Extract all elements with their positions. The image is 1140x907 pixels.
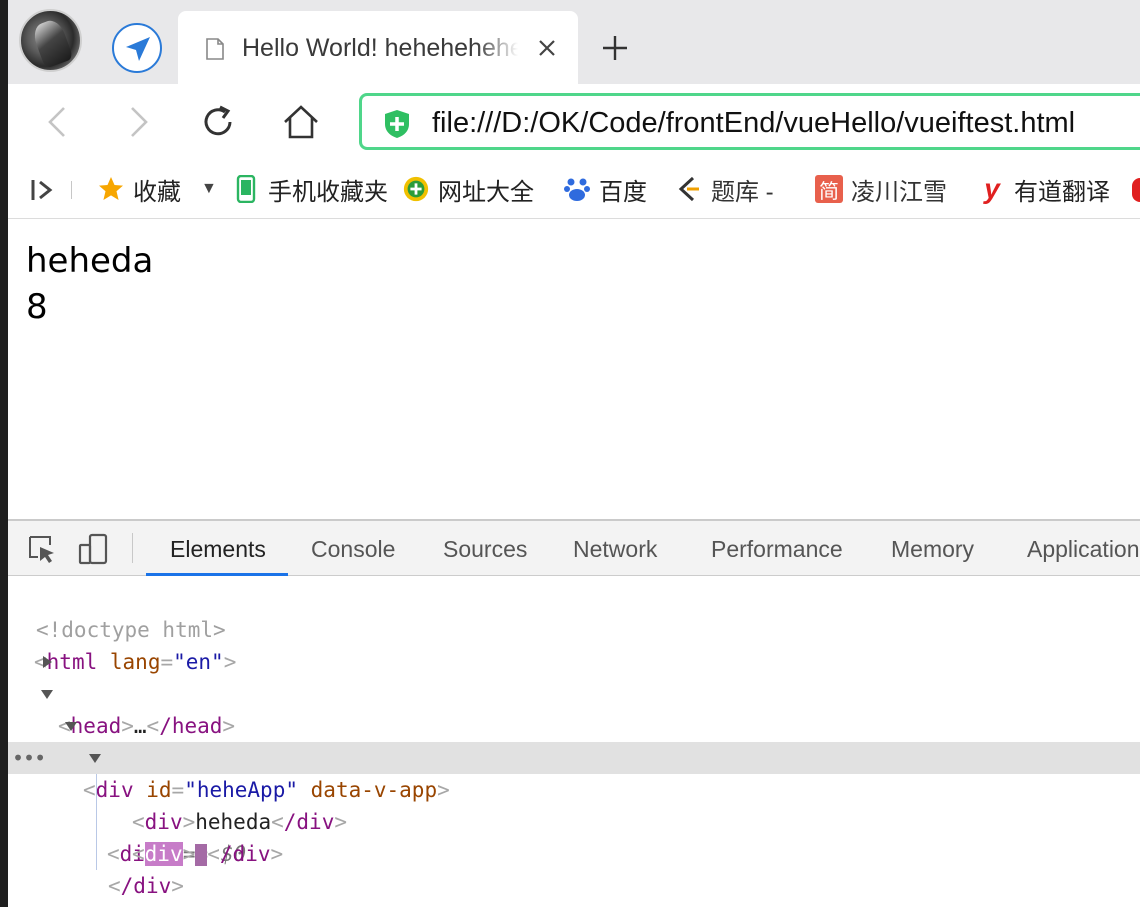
bookmark-favorites[interactable]: 收藏 ▼ — [97, 174, 217, 206]
dom-line-body[interactable]: <body> — [8, 678, 1140, 770]
bookmarks-bar: 收藏 ▼ 手机收藏夹 网址大全 百度 题库 - 简 凌川江雪 y 有道翻译 — [0, 161, 1140, 219]
back-icon[interactable] — [38, 102, 78, 142]
phone-icon — [232, 175, 260, 203]
tab-network[interactable]: Network — [573, 536, 657, 563]
bookmark-baidu[interactable]: 百度 — [563, 174, 647, 206]
active-tab[interactable]: Hello World! hehehehehe — [178, 11, 578, 84]
new-tab-icon[interactable] — [600, 33, 630, 63]
dom-line-html[interactable]: <html lang="en"> — [8, 614, 1140, 674]
baidu-paw-icon — [563, 175, 591, 203]
chevron-down-icon[interactable]: ▼ — [201, 180, 217, 198]
bookmark-lingchuan[interactable]: 简 凌川江雪 — [815, 174, 947, 206]
devtools-tab-bar: Elements Console Sources Network Perform… — [8, 521, 1140, 576]
page-text-number: 8 — [26, 287, 48, 327]
jian-icon: 简 — [815, 175, 843, 203]
globe-plus-icon — [402, 175, 430, 203]
elements-tree: <!doctype html> <html lang="en"> <head>…… — [8, 577, 1140, 907]
devtools-panel: Elements Console Sources Network Perform… — [8, 519, 1140, 907]
star-icon — [97, 175, 125, 203]
bookmark-mobile[interactable]: 手机收藏夹 — [232, 174, 388, 206]
dom-line-close-app-div[interactable]: </div> — [8, 870, 1140, 907]
tab-strip: Hello World! hehehehehe — [0, 0, 1140, 84]
dom-line-doctype[interactable]: <!doctype html> — [8, 582, 1140, 642]
bookmark-tiku[interactable]: 题库 - — [675, 174, 774, 206]
more-bookmarks-icon[interactable] — [1132, 178, 1140, 202]
navigation-toolbar: file:///D:/OK/Code/frontEnd/vueHello/vue… — [0, 84, 1140, 161]
dom-line-head[interactable]: <head>…</head> — [8, 646, 1140, 738]
tab-title: Hello World! hehehehehe — [242, 34, 518, 62]
expand-triangle-icon[interactable] — [43, 656, 52, 668]
tab-elements[interactable]: Elements — [170, 536, 266, 563]
collapse-triangle-icon[interactable] — [89, 754, 101, 763]
tab-application[interactable]: Application — [1027, 536, 1140, 563]
user-avatar[interactable] — [19, 9, 82, 72]
devtools-separator — [132, 533, 133, 563]
dom-line-close-div[interactable]: </div> — [8, 838, 1140, 898]
bookmark-separator — [71, 181, 72, 199]
sidebar-toggle-icon[interactable] — [30, 178, 56, 202]
tab-sources[interactable]: Sources — [443, 536, 527, 563]
page-text-heheda: heheda — [26, 241, 154, 281]
address-bar[interactable]: file:///D:/OK/Code/frontEnd/vueHello/vue… — [359, 93, 1140, 150]
forward-icon[interactable] — [118, 102, 158, 142]
dom-line-heheda-div[interactable]: <div>heheda</div> — [8, 774, 1140, 834]
inspect-element-icon[interactable] — [26, 533, 58, 565]
more-options-icon[interactable]: ••• — [12, 742, 46, 774]
page-icon — [206, 38, 224, 60]
tab-memory[interactable]: Memory — [891, 536, 974, 563]
bookmark-sites[interactable]: 网址大全 — [402, 174, 534, 206]
collapse-triangle-icon[interactable] — [41, 690, 53, 699]
secure-shield-icon — [385, 110, 409, 138]
dom-line-app-div[interactable]: <div id="heheApp" data-v-app> — [8, 710, 1140, 802]
home-icon[interactable] — [281, 102, 321, 142]
page-content: heheda 8 — [8, 219, 1140, 519]
tiku-icon — [675, 175, 703, 203]
close-tab-icon[interactable] — [535, 36, 559, 60]
url-text[interactable]: file:///D:/OK/Code/frontEnd/vueHello/vue… — [432, 107, 1075, 140]
browser-logo-icon[interactable] — [112, 23, 162, 73]
reload-icon[interactable] — [198, 102, 238, 142]
collapse-triangle-icon[interactable] — [65, 722, 77, 731]
dom-line-selected-div[interactable]: ••• <div> == $0 — [8, 742, 1140, 866]
device-toggle-icon[interactable] — [78, 533, 110, 565]
youdao-icon: y — [984, 173, 1000, 204]
dom-line-highlighted-div[interactable]: <div> </div> — [8, 806, 1140, 866]
bookmark-youdao[interactable]: y 有道翻译 — [978, 173, 1110, 206]
active-tab-indicator — [146, 573, 288, 576]
window-edge — [0, 0, 8, 907]
tab-performance[interactable]: Performance — [711, 536, 843, 563]
tab-console[interactable]: Console — [311, 536, 395, 563]
